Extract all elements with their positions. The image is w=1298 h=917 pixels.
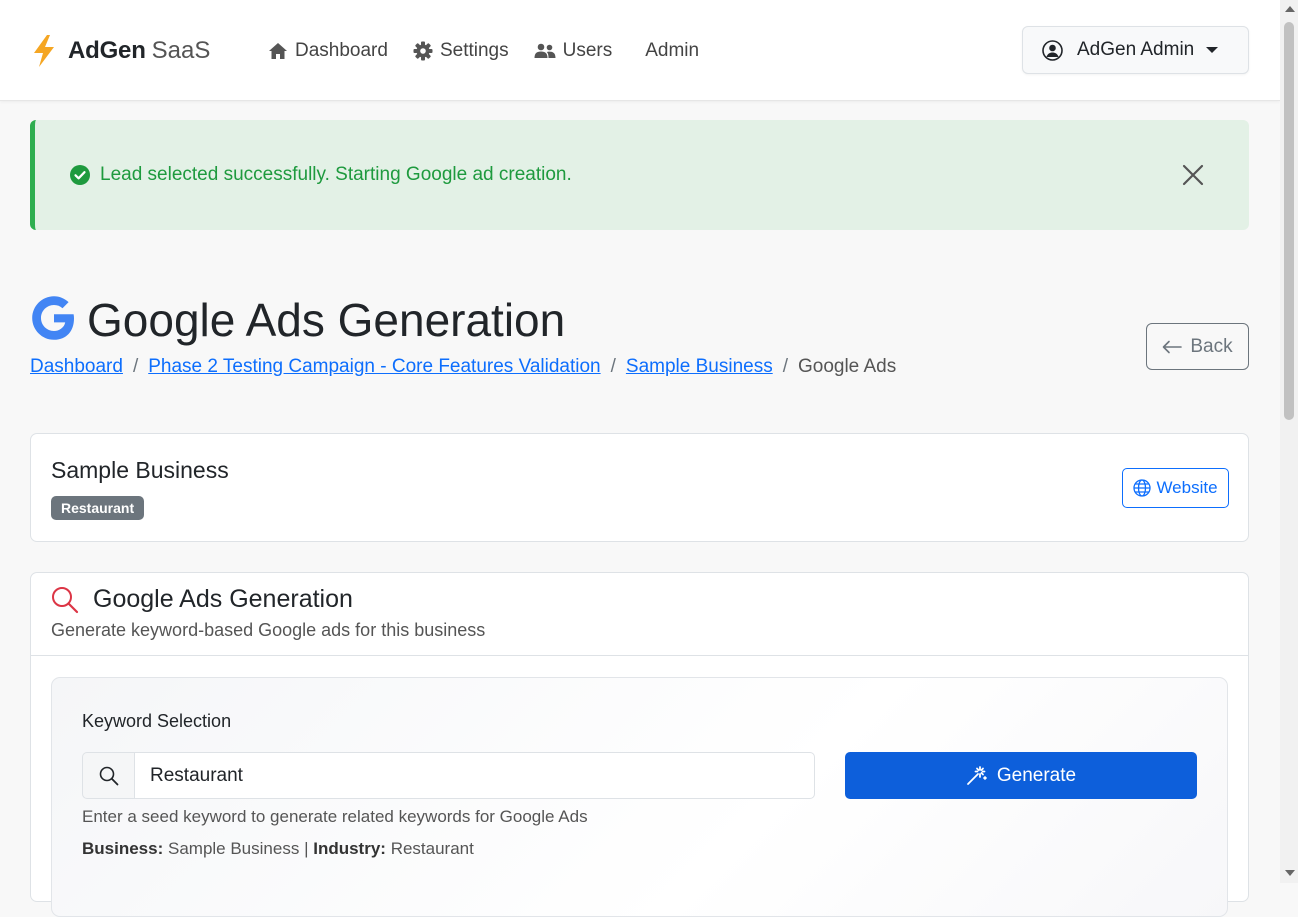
search-icon	[82, 752, 134, 799]
business-meta-label: Business:	[82, 839, 164, 858]
breadcrumb-dashboard[interactable]: Dashboard	[30, 356, 123, 378]
search-icon	[52, 587, 79, 614]
business-meta-value: Sample Business	[167, 839, 300, 858]
back-button-label: Back	[1190, 335, 1233, 357]
brand[interactable]: AdGen SaaS	[30, 34, 210, 68]
website-button[interactable]: Website	[1122, 468, 1229, 508]
card-subtitle: Generate keyword-based Google ads for th…	[51, 620, 486, 640]
user-menu-button[interactable]: AdGen Admin	[1022, 26, 1249, 74]
gear-icon	[413, 41, 433, 61]
scrollbar-thumb[interactable]	[1284, 22, 1294, 420]
industry-badge: Restaurant	[51, 496, 145, 520]
keyword-input-group	[82, 752, 815, 799]
breadcrumb-current: Google Ads	[797, 356, 897, 377]
website-button-label: Website	[1156, 478, 1218, 497]
breadcrumb-separator: /	[132, 356, 139, 377]
globe-icon	[1133, 479, 1152, 497]
scroll-down-arrow-icon[interactable]	[1285, 870, 1295, 876]
nav-users[interactable]: Users	[534, 40, 612, 62]
generate-button-label: Generate	[996, 764, 1077, 786]
brand-suffix: SaaS	[151, 37, 211, 64]
nav-dashboard[interactable]: Dashboard	[268, 40, 388, 62]
close-icon[interactable]	[1181, 163, 1205, 187]
nav-settings[interactable]: Settings	[413, 40, 509, 62]
breadcrumb-separator: /	[610, 356, 616, 377]
keyword-selection-panel: Keyword Selection Generate Enter a seed …	[51, 677, 1228, 917]
page-title: Google Ads Generation	[87, 294, 566, 346]
keyword-selection-label: Keyword Selection	[82, 711, 232, 731]
user-circle-icon	[1042, 39, 1063, 61]
check-circle-icon	[70, 165, 90, 185]
keyword-input[interactable]	[134, 752, 815, 799]
home-icon	[269, 43, 287, 59]
magic-wand-icon	[966, 765, 987, 785]
breadcrumb-business[interactable]: Sample Business	[626, 356, 773, 378]
top-navbar: AdGen SaaS Dashboard Settings Users Admi…	[0, 0, 1280, 101]
card-title: Google Ads Generation	[93, 585, 353, 613]
user-name: AdGen Admin	[1077, 39, 1195, 60]
google-logo-icon	[32, 296, 74, 340]
industry-meta-value: Restaurant	[390, 839, 474, 858]
breadcrumb-campaign[interactable]: Phase 2 Testing Campaign - Core Features…	[148, 356, 600, 378]
magnifier-icon	[99, 766, 118, 785]
meta-separator: |	[304, 839, 309, 858]
scroll-up-arrow-icon[interactable]	[1285, 6, 1295, 12]
breadcrumb: Dashboard / Phase 2 Testing Campaign - C…	[30, 356, 896, 378]
keyword-hint: Enter a seed keyword to generate related…	[82, 807, 588, 826]
chevron-down-icon	[1206, 47, 1219, 53]
main-nav: Dashboard Settings Users Admin	[268, 38, 724, 64]
business-name: Sample Business	[51, 457, 229, 483]
users-icon	[534, 43, 556, 58]
lightning-bolt-icon	[34, 35, 54, 67]
industry-meta-label: Industry:	[313, 839, 386, 858]
generate-button[interactable]: Generate	[845, 752, 1197, 799]
alert-message: Lead selected successfully. Starting Goo…	[100, 164, 572, 185]
page-scrollbar[interactable]	[1280, 0, 1298, 883]
success-alert: Lead selected successfully. Starting Goo…	[30, 120, 1249, 230]
card-header: Google Ads Generation Generate keyword-b…	[31, 573, 1248, 656]
nav-admin[interactable]: Admin	[645, 40, 699, 62]
brand-name: AdGen	[68, 37, 146, 64]
breadcrumb-separator: /	[782, 356, 788, 377]
google-ads-generation-card: Google Ads Generation Generate keyword-b…	[30, 572, 1249, 917]
back-button[interactable]: Back	[1146, 323, 1249, 370]
business-meta: Business: Sample Business | Industry: Re…	[82, 839, 474, 859]
business-card: Sample Business Restaurant Website	[30, 433, 1249, 542]
arrow-left-icon	[1163, 340, 1183, 353]
